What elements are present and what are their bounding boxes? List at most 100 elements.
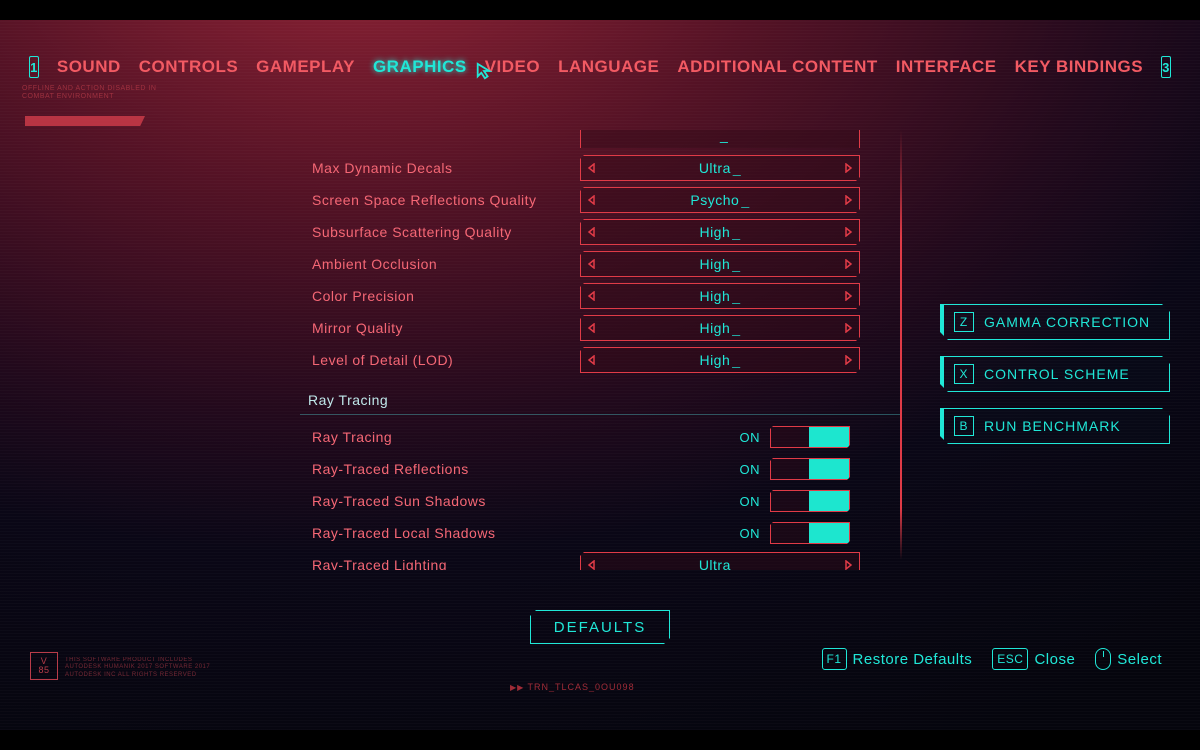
option-value: High [699, 288, 740, 304]
hint-label: Restore Defaults [853, 651, 973, 668]
toggle-knob [809, 523, 849, 543]
tab-language[interactable]: LANGUAGE [558, 57, 659, 77]
option-value: High [699, 352, 740, 368]
tab-graphics[interactable]: GRAPHICS [373, 57, 467, 77]
setting-row[interactable]: Level of Detail (LOD) High [300, 344, 900, 376]
option-value: Ultra [699, 160, 741, 176]
toggle-knob [809, 459, 849, 479]
key-badge-f1: F1 [822, 648, 847, 670]
arrow-left-icon[interactable] [581, 252, 603, 276]
toggle-switch[interactable] [770, 490, 850, 512]
toggle-knob [809, 427, 849, 447]
side-action-label: CONTROL SCHEME [984, 366, 1130, 382]
hint-label: Select [1117, 651, 1162, 668]
arrow-right-icon[interactable] [837, 252, 859, 276]
defaults-button[interactable]: DEFAULTS [530, 610, 670, 644]
option-selector[interactable]: High [580, 315, 860, 341]
arrow-right-icon[interactable] [837, 553, 859, 570]
toggle-switch[interactable] [770, 458, 850, 480]
flavor-badge-v85: V85 [30, 652, 58, 680]
setting-row[interactable]: Mirror QualityHigh [300, 312, 900, 344]
hint-close[interactable]: ESC Close [992, 648, 1075, 670]
setting-label: Level of Detail (LOD) [300, 352, 580, 368]
arrow-left-icon[interactable] [581, 348, 603, 372]
option-value: Psycho [690, 192, 749, 208]
arrow-left-icon[interactable] [581, 284, 603, 308]
arrow-right-icon[interactable] [837, 284, 859, 308]
flavor-text-bl: THIS SOFTWARE PRODUCT INCLUDES AUTODESK … [65, 657, 215, 680]
setting-row[interactable]: Ray-Traced Sun ShadowsON [300, 485, 900, 517]
arrow-right-icon[interactable] [837, 188, 859, 212]
arrow-left-icon[interactable] [581, 553, 603, 570]
setting-row[interactable]: Screen Space Reflections Quality Psycho [300, 184, 900, 216]
toggle-switch[interactable] [770, 426, 850, 448]
side-action-label: RUN BENCHMARK [984, 418, 1121, 434]
flavor-text-tl: OFFLINE AND ACTION DISABLED IN COMBAT EN… [22, 85, 162, 102]
next-tab-key[interactable]: 3 [1161, 56, 1171, 78]
setting-label: Screen Space Reflections Quality [300, 192, 580, 208]
hint-label: Close [1034, 651, 1075, 668]
option-value: Ultra [699, 557, 741, 570]
setting-row[interactable]: Ray-Traced Local ShadowsON [300, 517, 900, 549]
option-selector[interactable]: Ultra [580, 155, 860, 181]
tab-sound[interactable]: SOUND [57, 57, 121, 77]
footer-hints: F1 Restore Defaults ESC Close Select [822, 648, 1162, 670]
side-action-panel: ZGAMMA CORRECTION X CONTROL SCHEME B RUN BEN… [940, 304, 1170, 444]
toggle-switch[interactable] [770, 522, 850, 544]
setting-label: Ray-Traced Local Shadows [300, 525, 580, 541]
tab-interface[interactable]: INTERFACE [896, 57, 997, 77]
settings-list[interactable]: Max Dynamic Decals Ultra Screen Space Refl… [300, 130, 900, 570]
side-action-label: GAMMA CORRECTION [984, 314, 1150, 330]
setting-row[interactable]: Ambient OcclusionHigh [300, 248, 900, 280]
setting-row[interactable]: Ray-Traced ReflectionsON [300, 453, 900, 485]
tab-video[interactable]: VIDEO [485, 57, 540, 77]
key-badge: B [954, 416, 974, 436]
arrow-left-icon[interactable] [581, 156, 603, 180]
key-badge-esc: ESC [992, 648, 1028, 670]
option-selector[interactable]: Psycho [580, 187, 860, 213]
key-badge: X [954, 364, 974, 384]
hint-restore-defaults[interactable]: F1 Restore Defaults [822, 648, 973, 670]
letterbox-top [0, 0, 1200, 20]
arrow-right-icon[interactable] [837, 220, 859, 244]
panel-divider [900, 130, 902, 560]
tab-controls[interactable]: CONTROLS [139, 57, 238, 77]
setting-label: Subsurface Scattering Quality [300, 224, 580, 240]
toggle-state: ON [580, 462, 770, 477]
tab-gameplay[interactable]: GAMEPLAY [256, 57, 355, 77]
flavor-text-bm: TRN_TLCAS_0OU098 [510, 682, 635, 692]
tab-key-bindings[interactable]: KEY BINDINGS [1015, 57, 1144, 77]
setting-label: Ray-Traced Lighting [300, 557, 580, 570]
side-action-control-scheme[interactable]: X CONTROL SCHEME [940, 356, 1170, 392]
side-action-run-benchmark[interactable]: B RUN BENCHMARK [940, 408, 1170, 444]
prev-tab-key[interactable]: 1 [29, 56, 39, 78]
option-selector[interactable]: High [580, 347, 860, 373]
setting-label: Ray-Traced Reflections [300, 461, 580, 477]
setting-label: Color Precision [300, 288, 580, 304]
hint-select[interactable]: Select [1095, 648, 1162, 670]
tab-additional-content[interactable]: ADDITIONAL CONTENT [677, 57, 877, 77]
mouse-icon [1095, 648, 1111, 670]
setting-row[interactable]: Color Precision High [300, 280, 900, 312]
setting-label: Ambient Occlusion [300, 256, 580, 272]
setting-label: Max Dynamic Decals [300, 160, 580, 176]
side-action-gamma-correction[interactable]: ZGAMMA CORRECTION [940, 304, 1170, 340]
option-selector[interactable]: Ultra [580, 552, 860, 570]
arrow-left-icon[interactable] [581, 316, 603, 340]
arrow-right-icon[interactable] [837, 156, 859, 180]
arrow-left-icon[interactable] [581, 220, 603, 244]
option-selector[interactable]: High [580, 283, 860, 309]
settings-tab-bar: 1 SOUNDCONTROLSGAMEPLAYGRAPHICSVIDEOLANG… [195, 48, 1005, 86]
setting-row[interactable]: Max Dynamic Decals Ultra [300, 152, 900, 184]
setting-row-ray-traced-lighting[interactable]: Ray-Traced Lighting Ultra [300, 549, 900, 570]
option-value: High [699, 224, 740, 240]
setting-row[interactable]: Subsurface Scattering Quality High [300, 216, 900, 248]
option-selector[interactable]: High [580, 251, 860, 277]
arrow-right-icon[interactable] [837, 316, 859, 340]
arrow-left-icon[interactable] [581, 188, 603, 212]
setting-row[interactable]: Ray TracingON [300, 421, 900, 453]
arrow-right-icon[interactable] [837, 348, 859, 372]
ray-tracing-section-header: Ray Tracing [300, 386, 900, 415]
settings-screen: { "nav": { "prev_key": "1", "next_key": … [0, 0, 1200, 750]
option-selector[interactable]: High [580, 219, 860, 245]
